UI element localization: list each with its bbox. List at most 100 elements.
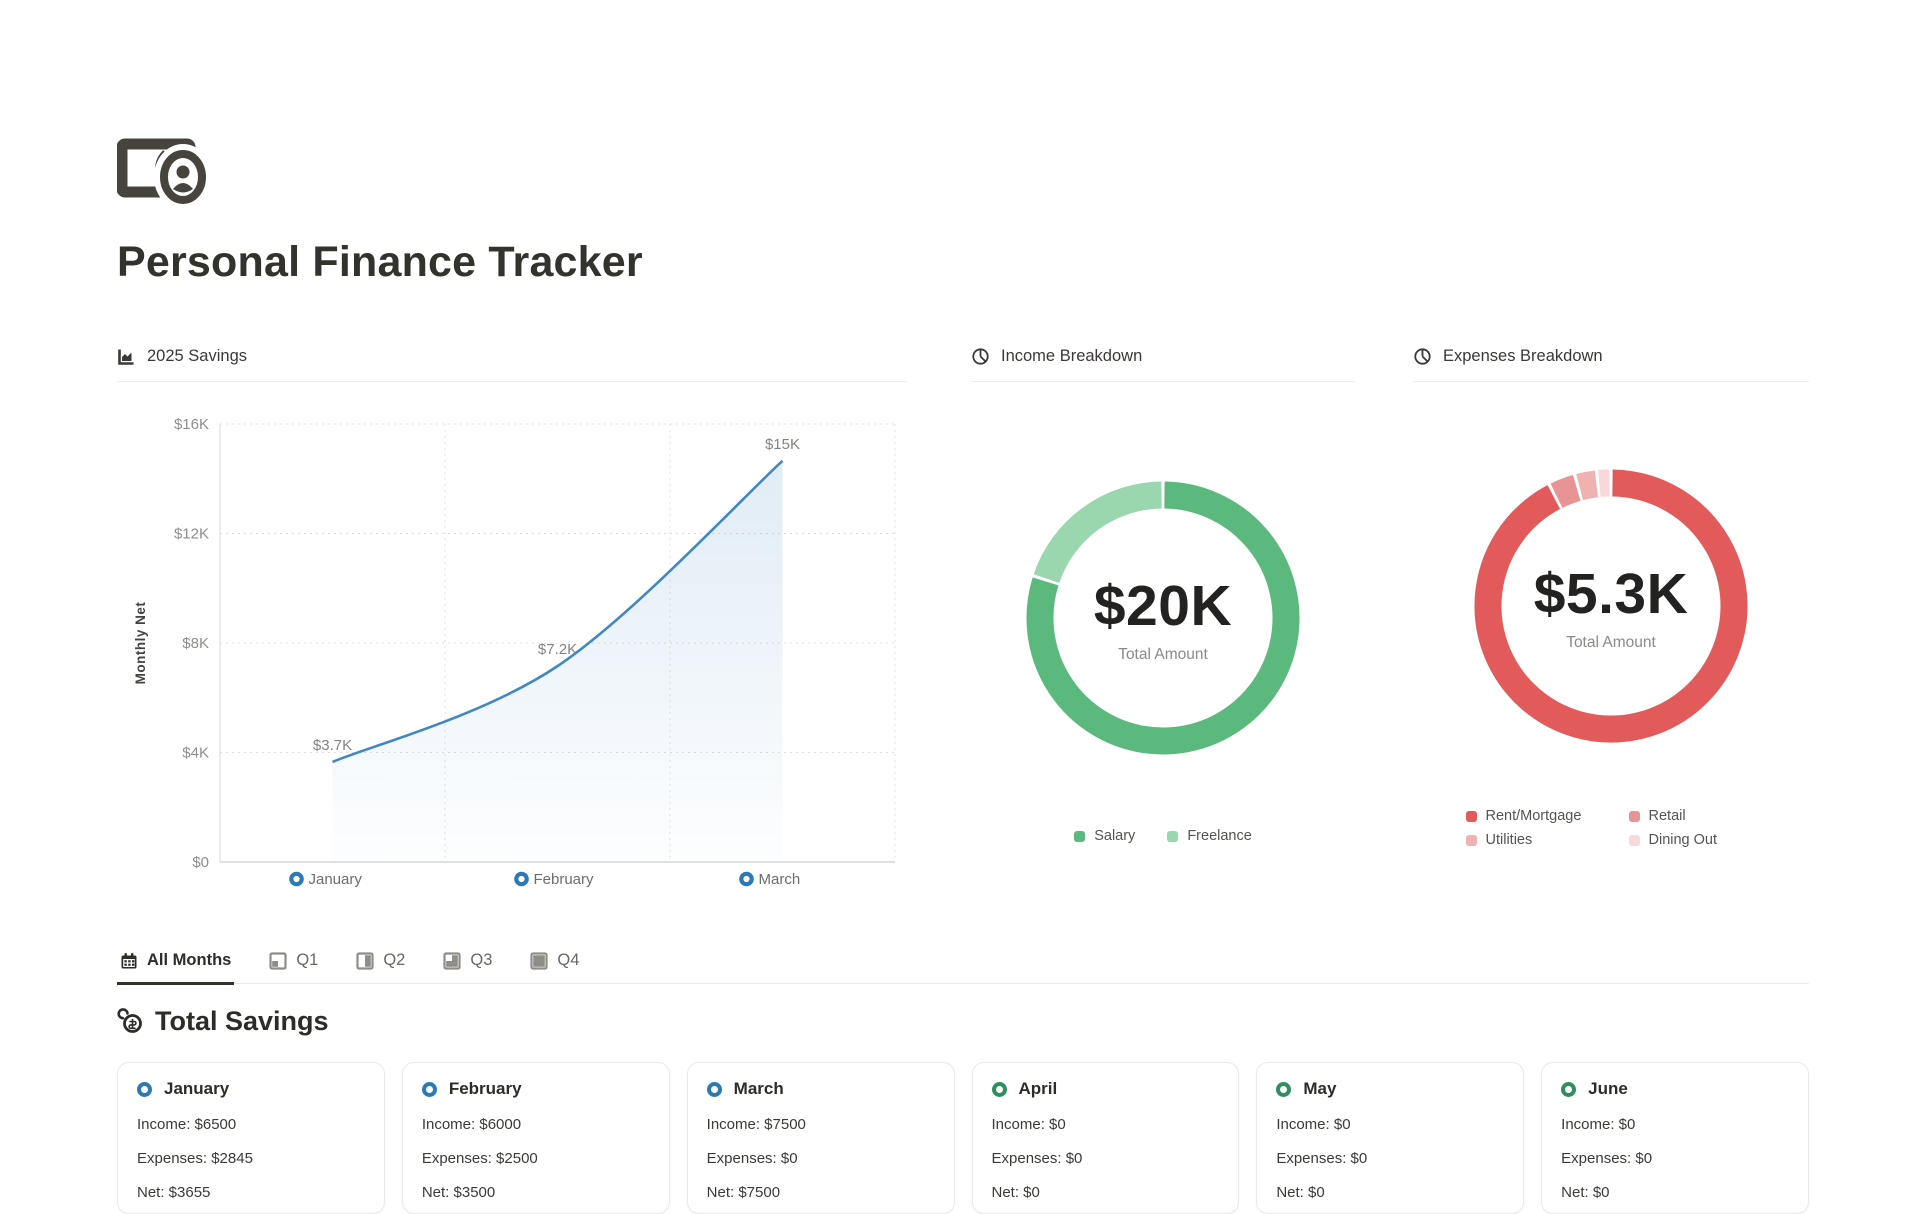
svg-text:$0: $0 [192,854,209,871]
quarter-q2-icon [356,952,374,970]
pie-chart-icon [971,347,990,366]
month-expenses: Expenses: $0 [992,1150,1220,1167]
legend-item: Rent/Mortgage [1466,808,1629,824]
income-panel-title: Income Breakdown [1001,347,1142,366]
month-expenses: Expenses: $0 [1561,1150,1789,1167]
month-income: Income: $0 [1561,1116,1789,1133]
svg-text:Monthly Net: Monthly Net [133,602,148,685]
svg-text:$4K: $4K [182,745,209,762]
month-net: Net: $0 [992,1184,1220,1201]
quarter-q4-icon [530,952,548,970]
area-chart-icon [117,347,136,366]
month-income: Income: $0 [1276,1116,1504,1133]
total-savings-heading: Total Savings [117,1006,1809,1037]
month-name: May [1303,1079,1336,1099]
legend-label: Retail [1649,808,1686,824]
expenses-panel-title: Expenses Breakdown [1443,347,1603,366]
svg-text:January: January [309,871,363,888]
income-panel-header: Income Breakdown [971,347,1355,382]
expenses-panel-header: Expenses Breakdown [1413,347,1809,382]
expenses-panel: Expenses Breakdown $5.3K Total Amount Re… [1413,347,1809,901]
calendar-icon [120,952,138,970]
tab-all-months[interactable]: All Months [117,947,234,985]
month-expenses: Expenses: $0 [1276,1150,1504,1167]
legend-swatch-icon [1074,831,1085,842]
tab-label: Q3 [470,951,492,970]
legend-item: Freelance [1167,828,1251,844]
legend-swatch-icon [1466,811,1477,822]
expenses-legend: Rent/Mortgage Retail Utilities Dining Out [1413,808,1809,848]
savings-panel-header: 2025 Savings [117,347,907,382]
month-marker-icon [1561,1082,1576,1097]
tab-label: Q1 [296,951,318,970]
savings-line-chart: $16K $12K $8K $4K $0 $3.7K $7.2K $15K January Feb… [117,382,907,896]
banknote-coin-icon [117,137,217,207]
svg-text:$3.7K: $3.7K [313,737,352,754]
svg-text:$8K: $8K [182,635,209,652]
income-legend: Salary Freelance [971,828,1355,844]
month-net: Net: $3500 [422,1184,650,1201]
legend-item: Dining Out [1629,832,1757,848]
tab-label: All Months [147,951,231,970]
svg-text:$7.2K: $7.2K [538,641,577,658]
coins-icon [117,1008,144,1035]
legend-swatch-icon [1466,835,1477,846]
month-card-february[interactable]: February Income: $6000 Expenses: $2500 N… [402,1062,670,1214]
month-net: Net: $7500 [707,1184,935,1201]
tab-q3[interactable]: Q3 [440,947,495,985]
month-name: January [164,1079,229,1099]
legend-item: Retail [1629,808,1757,824]
page-title: Personal Finance Tracker [117,238,1809,287]
svg-text:$15K: $15K [765,436,800,453]
month-card-march[interactable]: March Income: $7500 Expenses: $0 Net: $7… [687,1062,955,1214]
month-income: Income: $6500 [137,1116,365,1133]
legend-swatch-icon [1629,811,1640,822]
legend-label: Utilities [1486,832,1533,848]
month-expenses: Expenses: $2845 [137,1150,365,1167]
month-net: Net: $0 [1276,1184,1504,1201]
month-marker-icon [137,1082,152,1097]
month-card-april[interactable]: April Income: $0 Expenses: $0 Net: $0 [972,1062,1240,1214]
month-card-january[interactable]: January Income: $6500 Expenses: $2845 Ne… [117,1062,385,1214]
svg-text:$16K: $16K [174,416,209,433]
month-income: Income: $0 [992,1116,1220,1133]
expenses-donut: $5.3K Total Amount [1471,466,1751,746]
month-cards: January Income: $6500 Expenses: $2845 Ne… [117,1062,1809,1214]
month-card-june[interactable]: June Income: $0 Expenses: $0 Net: $0 [1541,1062,1809,1214]
month-name: March [734,1079,784,1099]
expenses-donut-chart [1471,466,1751,746]
month-net: Net: $0 [1561,1184,1789,1201]
tab-q2[interactable]: Q2 [353,947,408,985]
month-name: June [1588,1079,1628,1099]
legend-item: Utilities [1466,832,1629,848]
legend-swatch-icon [1167,831,1178,842]
savings-panel-title: 2025 Savings [147,347,247,366]
tab-label: Q2 [383,951,405,970]
tab-q1[interactable]: Q1 [266,947,321,985]
quarter-q1-icon [269,952,287,970]
total-savings-title: Total Savings [155,1006,329,1037]
month-marker-icon [422,1082,437,1097]
tab-q4[interactable]: Q4 [527,947,582,985]
pie-chart-icon [1413,347,1432,366]
svg-text:March: March [759,871,801,888]
legend-swatch-icon [1629,835,1640,846]
income-donut-chart [1023,478,1303,758]
legend-label: Rent/Mortgage [1486,808,1582,824]
month-name: April [1019,1079,1058,1099]
month-expenses: Expenses: $0 [707,1150,935,1167]
tab-label: Q4 [557,951,579,970]
legend-item: Salary [1074,828,1135,844]
month-net: Net: $3655 [137,1184,365,1201]
month-marker-icon [707,1082,722,1097]
page-root: Personal Finance Tracker 2025 Savings $1… [117,0,1809,1214]
month-name: February [449,1079,522,1099]
legend-label: Freelance [1187,828,1251,844]
month-expenses: Expenses: $2500 [422,1150,650,1167]
month-marker-icon [1276,1082,1291,1097]
month-marker-icon [992,1082,1007,1097]
legend-label: Dining Out [1649,832,1718,848]
svg-text:$12K: $12K [174,526,209,543]
svg-text:February: February [534,871,595,888]
month-card-may[interactable]: May Income: $0 Expenses: $0 Net: $0 [1256,1062,1524,1214]
